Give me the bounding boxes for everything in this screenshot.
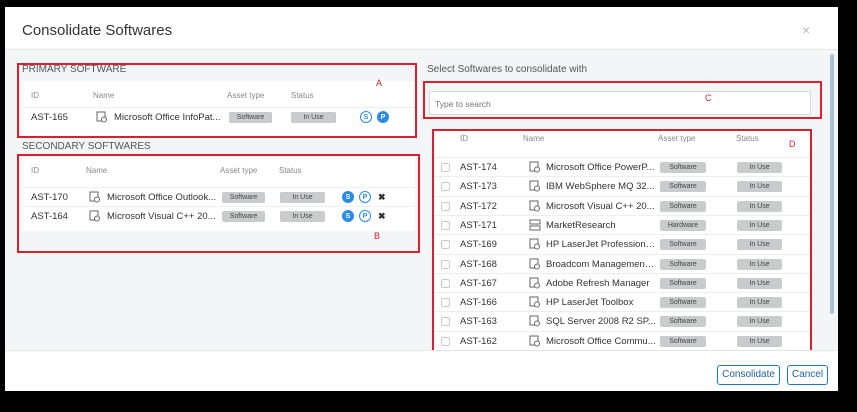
dialog-header: Consolidate Softwares × [5, 7, 838, 50]
secondary-heading: SECONDARY SOFTWARES [22, 141, 151, 152]
annotation-label-c: C [705, 93, 712, 103]
consolidate-button[interactable]: Consolidate [717, 365, 780, 385]
consolidate-dialog: Consolidate Softwares × PRIMARY SOFTWARE… [5, 7, 838, 391]
dialog-footer: Consolidate Cancel [5, 350, 838, 391]
dialog-scrollbar[interactable] [830, 54, 834, 314]
annotation-label-d: D [789, 139, 796, 149]
annotation-label-a: A [376, 78, 383, 88]
annotation-label-b: B [374, 231, 381, 241]
annotation-box-c [423, 81, 822, 119]
annotation-box-a [17, 63, 417, 138]
annotation-box-b [17, 154, 420, 253]
cancel-button[interactable]: Cancel [787, 365, 828, 385]
close-icon[interactable]: × [802, 22, 810, 38]
screenshot-frame: Consolidate Softwares × PRIMARY SOFTWARE… [0, 0, 857, 412]
dialog-title: Consolidate Softwares [22, 22, 173, 39]
annotation-box-d [432, 129, 812, 353]
select-heading: Select Softwares to consolidate with [427, 64, 588, 75]
